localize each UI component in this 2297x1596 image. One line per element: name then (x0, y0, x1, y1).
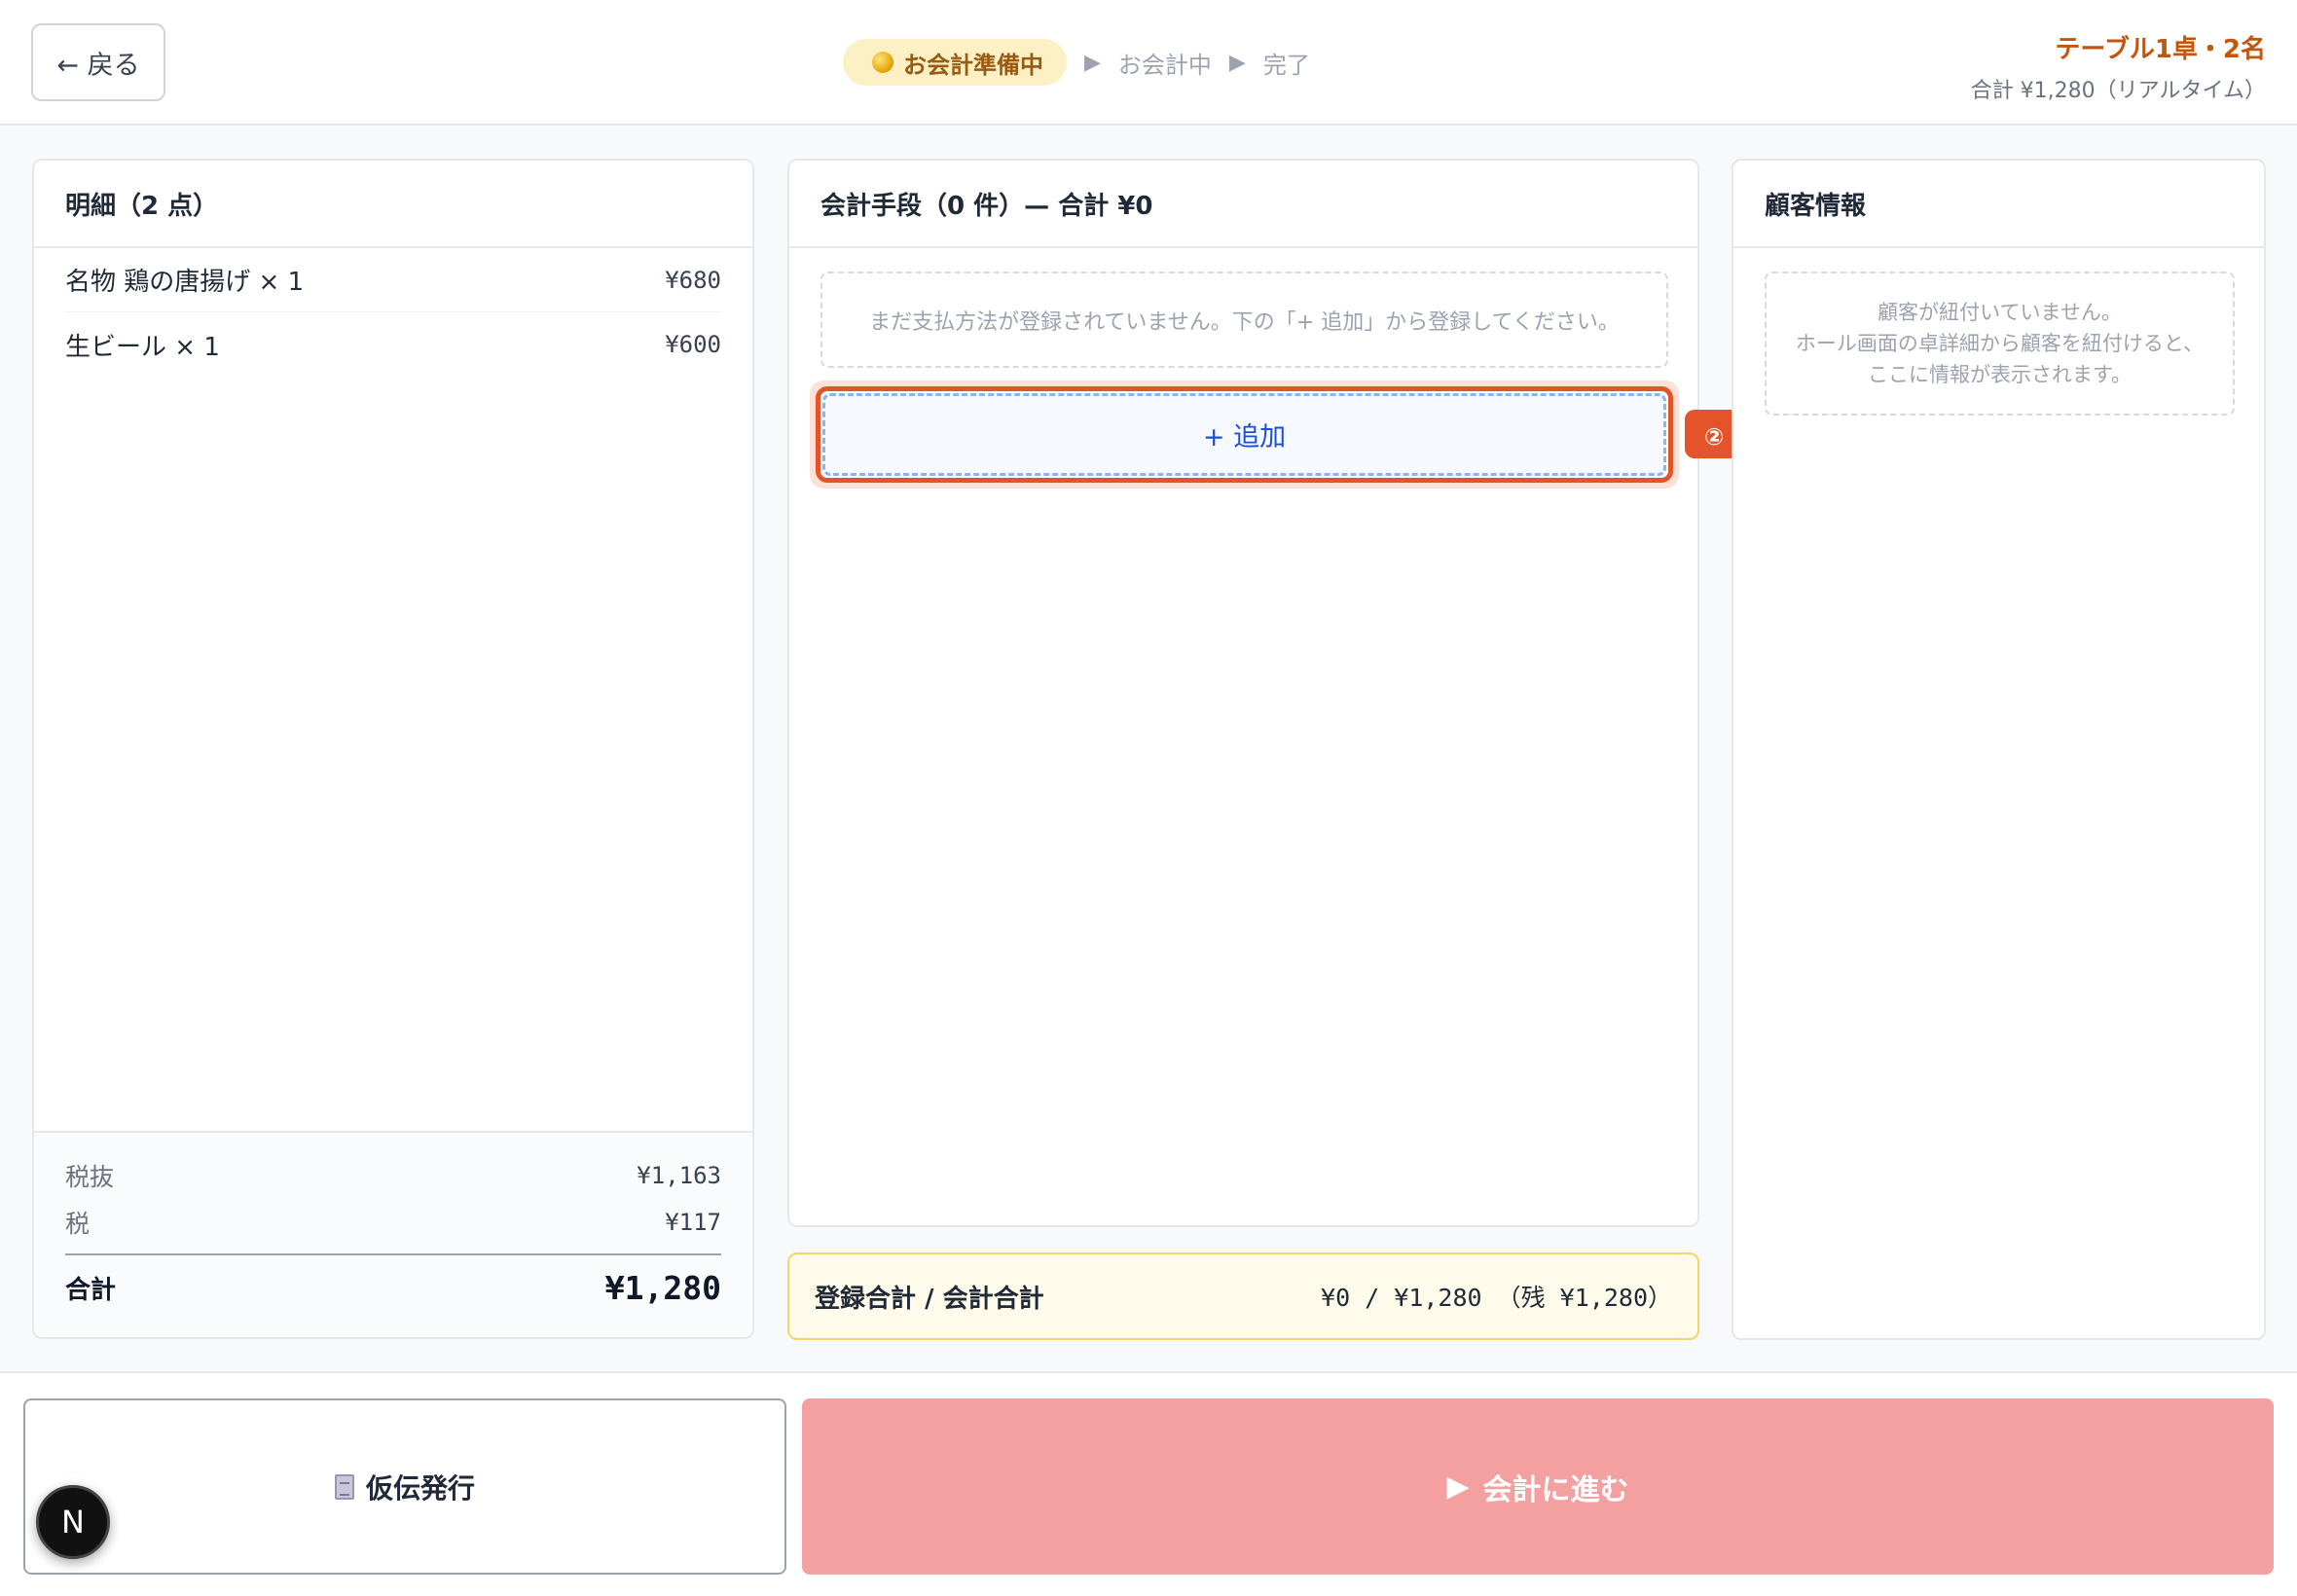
totals-section: 税抜 ¥1,163 税 ¥117 合計 ¥1,280 (34, 1131, 752, 1337)
table-total-realtime: 合計 ¥1,280（リアルタイム） (1970, 79, 2266, 103)
coin-icon (872, 52, 893, 73)
customer-empty-line: ホール画面の卓詳細から顧客を紐付けると、 (1795, 332, 2205, 355)
item-list: 名物 鶏の唐揚げ × 1 ¥680 生ビール × 1 ¥600 (34, 248, 752, 377)
back-button[interactable]: ← 戻る (31, 23, 165, 101)
arrow-right-icon: ▶ (1228, 50, 1246, 75)
registration-summary: 登録合計 / 会計合計 ¥0 / ¥1,280 （残 ¥1,280） (787, 1252, 1699, 1340)
customer-panel: 顧客情報 顧客が紐付いていません。 ホール画面の卓詳細から顧客を紐付けると、 こ… (1732, 159, 2266, 1340)
subtotal-row: 税抜 ¥1,163 (65, 1152, 721, 1199)
subtotal-label: 税抜 (65, 1163, 115, 1191)
items-panel-title: 明細（2 点） (34, 161, 752, 248)
payment-empty-message: まだ支払方法が登録されていません。下の「+ 追加」から登録してください。 (820, 272, 1668, 368)
footer-bar: 仮伝発行 ▶ 会計に進む (0, 1371, 2297, 1596)
tax-row: 税 ¥117 (65, 1199, 721, 1246)
checkout-steps: お会計準備中 ▶ お会計中 ▶ 完了 (843, 39, 1310, 86)
draft-slip-button[interactable]: 仮伝発行 (23, 1398, 786, 1575)
registration-label: 登録合計 / 会計合計 (815, 1284, 1044, 1314)
top-bar: ← 戻る お会計準備中 ▶ お会計中 ▶ 完了 テーブル1卓・2名 合計 ¥1,… (0, 0, 2297, 126)
item-name: 生ビール × 1 (65, 332, 220, 362)
subtotal-value: ¥1,163 (637, 1162, 721, 1189)
list-item: 名物 鶏の唐揚げ × 1 ¥680 (65, 248, 721, 312)
receipt-icon (334, 1473, 354, 1500)
proceed-label: 会計に進む (1482, 1472, 1629, 1507)
item-name: 名物 鶏の唐揚げ × 1 (65, 268, 305, 297)
grand-total-label: 合計 (65, 1275, 117, 1305)
step-paying: お会計中 (1117, 51, 1212, 79)
registration-value: ¥0 / ¥1,280 （残 ¥1,280） (1321, 1284, 1672, 1312)
grand-total-value: ¥1,280 (604, 1268, 721, 1307)
add-payment-button[interactable]: + 追加 (822, 393, 1666, 476)
customer-empty-line: 顧客が紐付いていません。 (1878, 301, 2122, 324)
table-title: テーブル1卓・2名 (2055, 35, 2266, 64)
tax-value: ¥117 (665, 1209, 721, 1236)
table-info: テーブル1卓・2名 合計 ¥1,280（リアルタイム） (1971, 29, 2266, 104)
customer-panel-title: 顧客情報 (1733, 161, 2264, 248)
item-price: ¥680 (665, 266, 721, 294)
customer-empty-message: 顧客が紐付いていません。 ホール画面の卓詳細から顧客を紐付けると、 ここに情報が… (1765, 272, 2235, 416)
step-preparing-label: お会計準備中 (903, 51, 1043, 79)
play-icon: ▶ (1446, 1469, 1470, 1504)
dev-tools-badge[interactable]: N (36, 1485, 110, 1559)
list-item: 生ビール × 1 ¥600 (65, 312, 721, 377)
arrow-right-icon: ▶ (1084, 50, 1101, 75)
item-price: ¥600 (665, 331, 721, 358)
step-preparing: お会計準備中 (843, 39, 1067, 86)
draft-slip-label: 仮伝発行 (365, 1471, 475, 1505)
customer-empty-line: ここに情報が表示されます。 (1868, 363, 2132, 386)
proceed-checkout-button[interactable]: ▶ 会計に進む (802, 1398, 2274, 1575)
items-panel: 明細（2 点） 名物 鶏の唐揚げ × 1 ¥680 生ビール × 1 ¥600 … (32, 159, 754, 1339)
payment-methods-panel: 会計手段（0 件）— 合計 ¥0 まだ支払方法が登録されていません。下の「+ 追… (787, 159, 1699, 1227)
tax-label: 税 (65, 1210, 91, 1238)
payment-methods-title: 会計手段（0 件）— 合計 ¥0 (789, 161, 1697, 248)
grand-total-row: 合計 ¥1,280 (65, 1253, 721, 1320)
step-done: 完了 (1262, 51, 1310, 79)
